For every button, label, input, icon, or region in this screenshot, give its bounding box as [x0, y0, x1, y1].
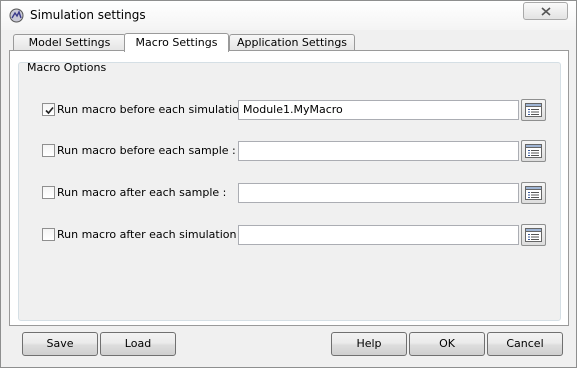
cancel-button[interactable]: Cancel: [487, 332, 563, 356]
macro-options-group: Macro Options Run macro before each simu…: [18, 61, 561, 321]
before-simulation-macro-field[interactable]: Module1.MyMacro: [238, 100, 519, 120]
simulation-app-icon: [9, 8, 24, 23]
help-button[interactable]: Help: [331, 332, 407, 356]
after-simulation-label: Run macro after each simulation :: [57, 228, 244, 241]
after-simulation-checkbox[interactable]: [42, 228, 55, 241]
before-sample-label: Run macro before each sample :: [57, 144, 236, 157]
before-simulation-label: Run macro before each simulation :: [57, 103, 254, 116]
before-simulation-browse-button[interactable]: [521, 99, 546, 121]
checkmark-icon: [45, 106, 54, 115]
after-simulation-browse-button[interactable]: [521, 224, 546, 246]
load-button[interactable]: Load: [100, 332, 176, 356]
close-button[interactable]: [523, 2, 568, 20]
title-bar[interactable]: Simulation settings: [1, 1, 576, 30]
macro-row-after-simulation: Run macro after each simulation :: [19, 224, 560, 246]
simulation-settings-dialog: Simulation settings Model Settings Macro…: [0, 0, 577, 368]
after-sample-checkbox[interactable]: [42, 186, 55, 199]
macro-list-icon: [525, 103, 542, 117]
save-button[interactable]: Save: [22, 332, 98, 356]
after-simulation-macro-field[interactable]: [238, 225, 519, 245]
tab-macro-settings[interactable]: Macro Settings: [124, 33, 229, 52]
macro-options-title: Macro Options: [27, 61, 107, 74]
window-title: Simulation settings: [30, 8, 146, 22]
macro-list-icon: [525, 186, 542, 200]
after-sample-macro-field[interactable]: [238, 183, 519, 203]
macro-row-before-sample: Run macro before each sample :: [19, 140, 560, 162]
ok-button[interactable]: OK: [409, 332, 485, 356]
after-sample-label: Run macro after each sample :: [57, 186, 227, 199]
macro-list-icon: [525, 228, 542, 242]
tab-model-settings[interactable]: Model Settings: [13, 34, 126, 51]
before-sample-browse-button[interactable]: [521, 140, 546, 162]
close-icon: [541, 7, 551, 16]
tab-application-settings[interactable]: Application Settings: [229, 34, 355, 51]
before-simulation-checkbox[interactable]: [42, 103, 55, 116]
macro-list-icon: [525, 144, 542, 158]
macro-settings-panel: Macro Options Run macro before each simu…: [9, 50, 569, 326]
settings-tabs: Model Settings Macro Settings Applicatio…: [9, 33, 569, 52]
after-sample-browse-button[interactable]: [521, 182, 546, 204]
before-sample-macro-field[interactable]: [238, 141, 519, 161]
before-sample-checkbox[interactable]: [42, 144, 55, 157]
macro-row-before-simulation: Run macro before each simulation : Modul…: [19, 99, 560, 121]
macro-row-after-sample: Run macro after each sample :: [19, 182, 560, 204]
